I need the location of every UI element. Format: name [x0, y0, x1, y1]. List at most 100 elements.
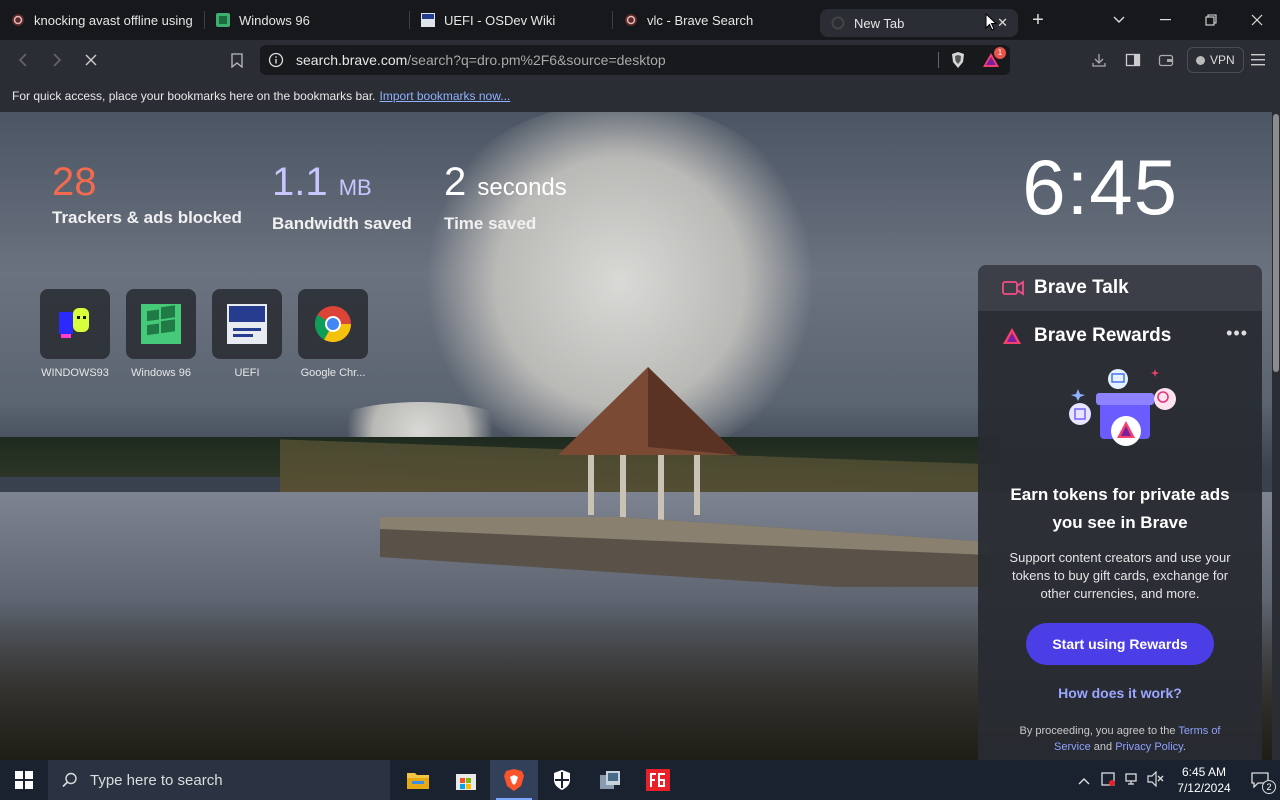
rewards-description: Support content creators and use your to… — [1009, 550, 1231, 601]
bookmarks-bar: For quick access, place your bookmarks h… — [0, 80, 1280, 112]
top-site-label: WINDOWS93 — [41, 367, 109, 379]
restore-icon[interactable] — [1188, 0, 1234, 40]
new-tab-button[interactable]: + — [1018, 9, 1058, 32]
clock: 6:45 — [1022, 143, 1178, 231]
brave-shields-icon[interactable] — [950, 51, 966, 74]
system-tray: 6:45 AM 7/12/2024 2 — [1072, 760, 1280, 800]
stop-loading-icon[interactable] — [74, 43, 108, 77]
taskbar-brave[interactable] — [490, 760, 538, 800]
trackers-stat: 28 Trackers & ads blocked — [52, 160, 242, 228]
minimize-icon[interactable] — [1142, 0, 1188, 40]
rewards-badge: 1 — [994, 47, 1006, 59]
loading-spinner-icon — [830, 15, 846, 31]
time-unit: seconds — [477, 174, 567, 201]
more-options-icon[interactable]: ••• — [1226, 323, 1248, 344]
show-hidden-icons-icon[interactable] — [1072, 773, 1096, 788]
menu-icon[interactable] — [1251, 53, 1265, 71]
brave-rewards-icon[interactable]: 1 — [982, 47, 1006, 74]
trackers-count: 28 — [52, 160, 97, 204]
network-icon[interactable] — [1120, 771, 1144, 790]
brave-talk-card[interactable]: Brave Talk — [978, 265, 1262, 311]
windows93-icon — [59, 308, 89, 338]
wallet-icon[interactable] — [1158, 52, 1174, 73]
time-stat: 2 seconds Time saved — [444, 160, 567, 234]
volume-muted-icon[interactable] — [1144, 770, 1168, 790]
osdev-icon — [420, 12, 436, 28]
f6-app-icon — [646, 769, 670, 791]
taskbar-time: 6:45 AM — [1181, 765, 1227, 779]
how-does-it-work-link[interactable]: How does it work? — [978, 685, 1262, 701]
rewards-legal-text: By proceeding, you agree to the Terms of… — [978, 723, 1262, 755]
taskbar-security[interactable] — [538, 760, 586, 800]
brave-rewards-card: Brave Rewards ••• Earn tokens for privat… — [978, 311, 1262, 760]
windows96-icon — [141, 304, 181, 344]
taskbar-file-explorer[interactable] — [394, 760, 442, 800]
taskbar-clock[interactable]: 6:45 AM 7/12/2024 — [1168, 764, 1240, 796]
bandwidth-label: Bandwidth saved — [272, 214, 412, 233]
vpn-label: VPN — [1210, 53, 1235, 67]
brave-lion-icon — [504, 769, 524, 791]
address-bar[interactable]: search.brave.com/search?q=dro.pm%2F6&sou… — [260, 45, 1010, 75]
tab-title: knocking avast offline using ta — [34, 12, 195, 28]
vpn-status-icon — [1196, 55, 1205, 65]
bandwidth-value: 1.1 — [272, 160, 328, 204]
top-site-label: Google Chr... — [300, 367, 366, 379]
tab-avast[interactable]: knocking avast offline using ta — [0, 0, 205, 40]
vpn-button[interactable]: VPN — [1187, 47, 1244, 73]
virtual-machine-icon — [600, 771, 620, 789]
top-site-uefi[interactable]: UEFI — [212, 289, 282, 379]
start-using-rewards-button[interactable]: Start using Rewards — [1026, 623, 1214, 665]
brave-search-icon — [10, 12, 26, 28]
import-bookmarks-link[interactable]: Import bookmarks now... — [380, 89, 511, 103]
tab-search-icon[interactable] — [1096, 0, 1142, 40]
taskbar-f6-app[interactable] — [634, 760, 682, 800]
trackers-label: Trackers & ads blocked — [52, 208, 242, 227]
site-info-icon[interactable] — [268, 52, 284, 73]
top-site-windows96[interactable]: Windows 96 — [126, 289, 196, 379]
page-scrollbar[interactable] — [1272, 112, 1280, 760]
url-text[interactable]: search.brave.com/search?q=dro.pm%2F6&sou… — [296, 52, 666, 68]
time-label: Time saved — [444, 214, 537, 233]
top-site-label: Windows 96 — [131, 367, 191, 379]
rewards-illustration-icon — [1069, 369, 1176, 446]
time-value: 2 — [444, 160, 467, 204]
tab-uefi[interactable]: UEFI - OSDev Wiki — [410, 0, 613, 40]
windows-taskbar: Type here to search 6:45 AM 7/12/2024 2 — [0, 760, 1280, 800]
start-button[interactable] — [0, 760, 48, 800]
legal-prefix: By proceeding, you agree to the — [1019, 725, 1176, 737]
privacy-policy-link[interactable]: Privacy Policy — [1115, 741, 1183, 753]
taskbar-search-placeholder: Type here to search — [90, 771, 223, 789]
brave-rewards-title: Brave Rewards — [1034, 325, 1172, 346]
taskbar-microsoft-store[interactable] — [442, 760, 490, 800]
top-site-google-chrome[interactable]: Google Chr... — [298, 289, 368, 379]
url-path: /search?q=dro.pm%2F6&source=desktop — [407, 52, 666, 68]
bookmark-icon[interactable] — [220, 43, 254, 77]
downloads-icon[interactable] — [1091, 52, 1107, 73]
close-window-icon[interactable] — [1234, 0, 1280, 40]
tab-title: UEFI - OSDev Wiki — [444, 12, 556, 28]
tab-title: New Tab — [854, 15, 905, 31]
sidebar-icon[interactable] — [1125, 52, 1141, 73]
legal-period: . — [1182, 741, 1186, 753]
taskbar-date: 7/12/2024 — [1177, 781, 1231, 795]
background-gazebo — [380, 367, 990, 587]
search-icon — [62, 772, 77, 788]
back-icon[interactable] — [6, 43, 40, 77]
rewards-heading: Earn tokens for private ads you see in B… — [1010, 485, 1230, 532]
tray-app-icon[interactable] — [1096, 771, 1120, 790]
store-icon — [456, 774, 476, 790]
taskbar-vm-app[interactable] — [586, 760, 634, 800]
forward-icon[interactable] — [40, 43, 74, 77]
top-site-windows93[interactable]: WINDOWS93 — [40, 289, 110, 379]
brave-talk-title: Brave Talk — [1034, 277, 1129, 298]
tab-title: Windows 96 — [239, 12, 310, 28]
tab-vlc[interactable]: vlc - Brave Search — [613, 0, 816, 40]
top-site-label: UEFI — [234, 367, 260, 379]
scrollbar-thumb[interactable] — [1273, 114, 1279, 372]
tab-windows96[interactable]: Windows 96 — [205, 0, 410, 40]
mouse-cursor-icon — [985, 13, 997, 31]
notifications-button[interactable]: 2 — [1240, 760, 1280, 800]
taskbar-search-box[interactable]: Type here to search — [48, 760, 390, 800]
notification-count: 2 — [1262, 780, 1276, 794]
legal-and: and — [1093, 741, 1113, 753]
